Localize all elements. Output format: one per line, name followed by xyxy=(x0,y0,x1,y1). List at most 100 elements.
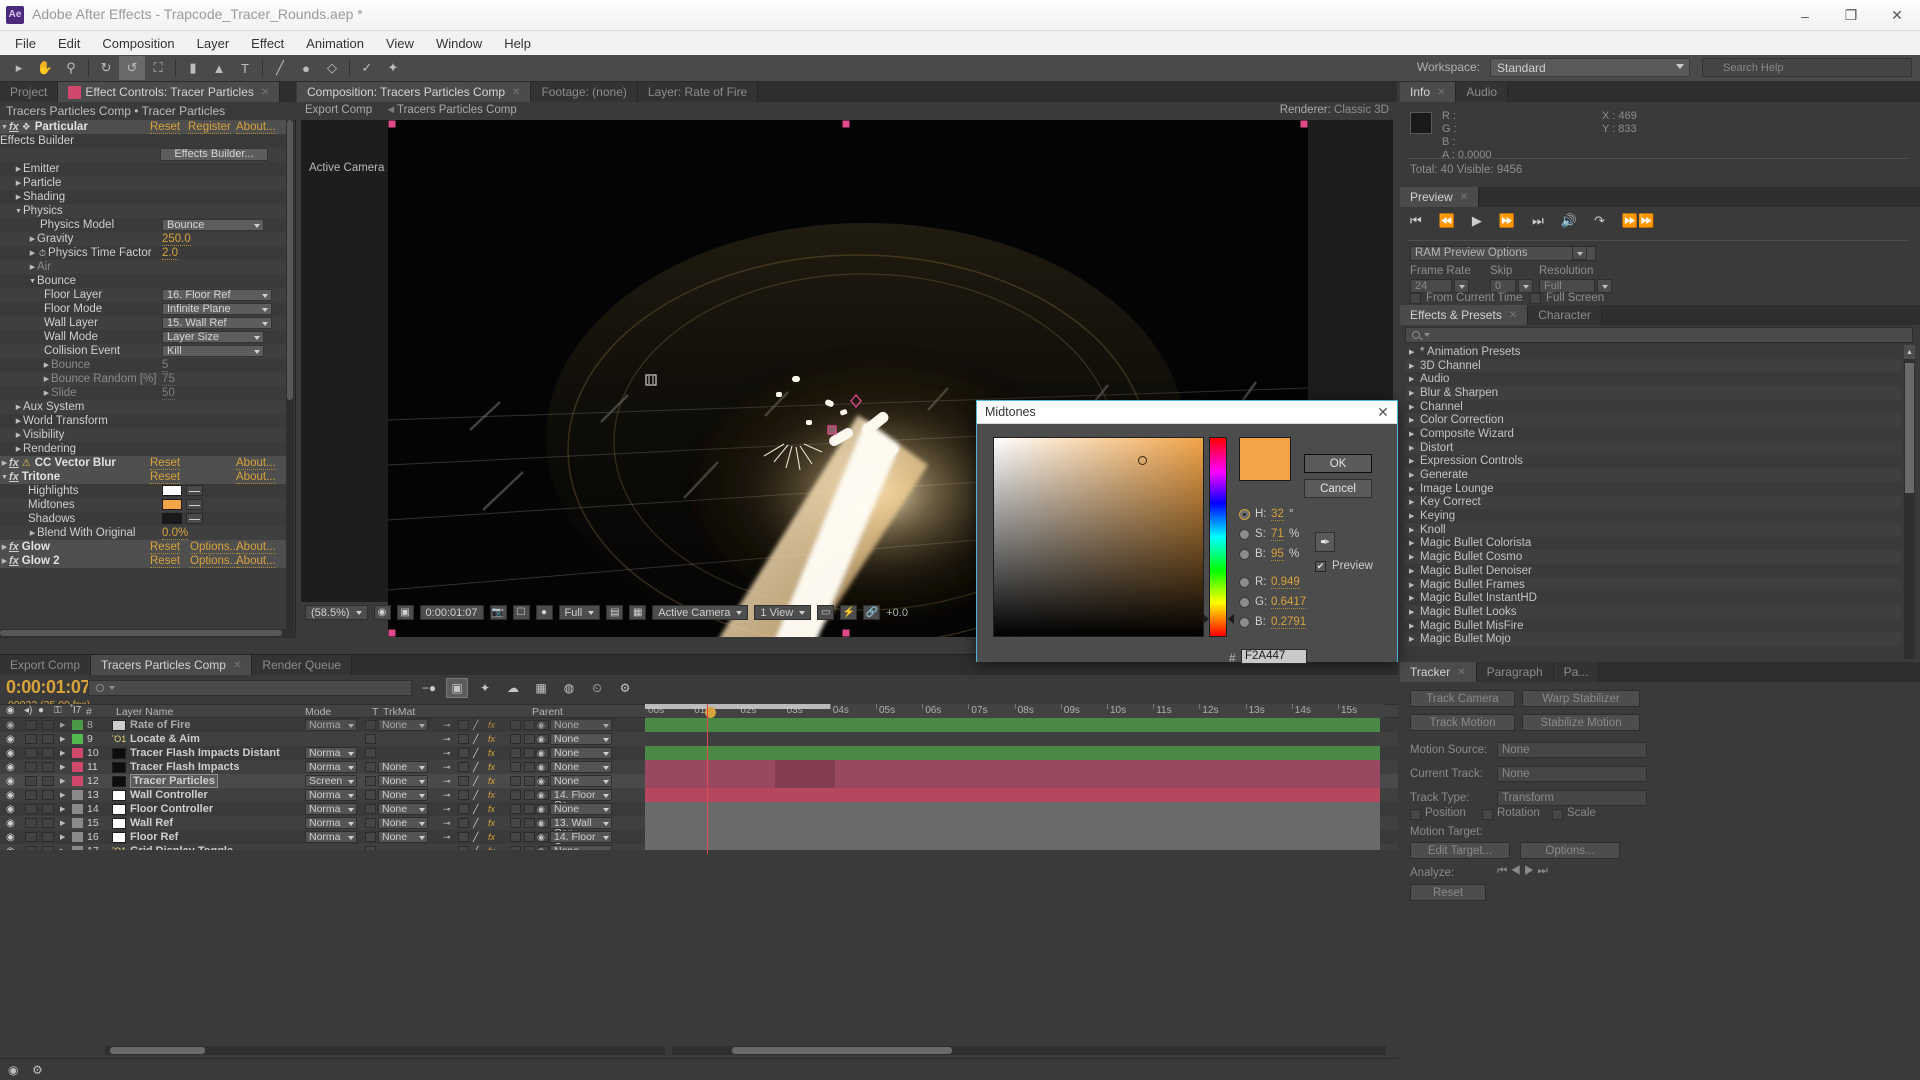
triangle-closed-icon[interactable]: ▶ xyxy=(1409,635,1420,643)
audio-toggle[interactable] xyxy=(25,816,38,830)
timeline-playhead[interactable] xyxy=(707,704,708,854)
value-bounce[interactable]: 5 xyxy=(162,359,169,372)
layer-duration-bar[interactable] xyxy=(645,816,1380,830)
tab-composition-tracers-particles-comp[interactable]: Composition: Tracers Particles Comp ✕ xyxy=(297,82,532,102)
motion-toggle[interactable]: ╱ xyxy=(473,816,486,830)
effects-toggle[interactable]: fx xyxy=(488,788,501,802)
layer-switch-1[interactable] xyxy=(524,760,536,774)
parent-select[interactable]: None xyxy=(550,845,612,850)
show-snapshot-icon[interactable]: ☐ xyxy=(512,605,530,620)
layer-name[interactable]: Locate & Aim xyxy=(130,732,200,746)
layer-switch-0[interactable] xyxy=(510,718,522,732)
solo-toggle[interactable] xyxy=(42,844,55,850)
minimize-button[interactable]: – xyxy=(1782,0,1828,31)
layer-switch-1[interactable] xyxy=(524,718,536,732)
triangle-closed-icon[interactable]: ▶ xyxy=(28,263,37,271)
visibility-toggle[interactable]: ◉ xyxy=(6,718,18,732)
pixel-aspect-icon[interactable]: ▭ xyxy=(817,605,835,620)
effects-toggle[interactable]: fx xyxy=(488,830,501,844)
layer-duration-bar[interactable] xyxy=(645,732,1380,746)
tab-info[interactable]: Info ✕ xyxy=(1400,82,1457,102)
layer-color-chip[interactable] xyxy=(72,774,83,788)
parent-pickwhip-icon[interactable]: ◉ xyxy=(537,844,549,851)
work-area-bar[interactable] xyxy=(645,704,830,709)
snapshot-icon[interactable]: 📷 xyxy=(489,605,507,620)
quality-toggle[interactable] xyxy=(458,802,471,816)
track-matte-select[interactable]: None xyxy=(378,789,428,801)
triangle-closed-icon[interactable]: ▶ xyxy=(14,179,23,187)
close-icon[interactable]: ✕ xyxy=(233,660,241,671)
fx-icon[interactable]: fx xyxy=(9,471,19,483)
parent-select[interactable]: 14. Floor Co xyxy=(550,831,612,850)
motion-toggle[interactable]: ╱ xyxy=(473,830,486,844)
quality-toggle[interactable] xyxy=(458,816,471,830)
layer-switch-0[interactable] xyxy=(510,760,522,774)
select-floor-mode[interactable]: Infinite Plane xyxy=(162,303,272,315)
param-aux-system[interactable]: ▶ Aux System xyxy=(0,400,287,414)
close-icon[interactable]: ✕ xyxy=(1373,403,1393,421)
view-layout-select[interactable]: 1 View xyxy=(754,605,812,620)
reset-link[interactable]: Reset xyxy=(150,121,181,134)
triangle-closed-icon[interactable]: ▶ xyxy=(1409,348,1420,356)
layer-switch-0[interactable] xyxy=(510,830,522,844)
scroll-up-icon[interactable]: ▲ xyxy=(1904,345,1915,359)
select-floor-layer[interactable]: 16. Floor Ref xyxy=(162,289,272,301)
radio-g-4[interactable] xyxy=(1239,597,1250,608)
quality-toggle[interactable] xyxy=(458,732,471,746)
layer-switch-0[interactable] xyxy=(510,802,522,816)
triangle-closed-icon[interactable]: ▶ xyxy=(1409,485,1420,493)
effect-category-expression-controls[interactable]: ▶ Expression Controls xyxy=(1405,455,1901,469)
layer-color-chip[interactable] xyxy=(72,802,83,816)
motion-blur-icon[interactable]: ☁ xyxy=(502,678,524,698)
visibility-toggle[interactable]: ◉ xyxy=(6,746,18,760)
triangle-closed-icon[interactable]: ▶ xyxy=(42,375,51,383)
effect-category-image-lounge[interactable]: ▶ Image Lounge xyxy=(1405,482,1901,496)
fx-icon[interactable]: fx xyxy=(9,457,19,469)
param-gravity[interactable]: ▶ Gravity 250.0 xyxy=(0,232,287,246)
shy-toggle[interactable]: ⊸ xyxy=(443,802,456,816)
track-matte-select[interactable]: None xyxy=(378,761,428,773)
rgb-channel-icon[interactable]: ● xyxy=(535,605,553,620)
layer-expand-triangle-icon[interactable]: ▶ xyxy=(60,816,70,830)
triangle-closed-icon[interactable]: ▶ xyxy=(1409,608,1420,616)
rotation-checkbox[interactable] xyxy=(1482,809,1493,820)
triangle-closed-icon[interactable]: ▶ xyxy=(14,193,23,201)
quality-toggle[interactable] xyxy=(458,844,471,850)
parent-pickwhip-icon[interactable]: ◉ xyxy=(537,774,549,788)
preserve-transparency-toggle[interactable] xyxy=(365,788,377,802)
audio-toggle[interactable] xyxy=(25,830,38,844)
about-link[interactable]: About... xyxy=(236,121,276,134)
close-button[interactable]: ✕ xyxy=(1874,0,1920,31)
param-rendering[interactable]: ▶ Rendering xyxy=(0,442,287,456)
effect-category-composite-wizard[interactable]: ▶ Composite Wizard xyxy=(1405,427,1901,441)
track-motion-button[interactable]: Track Motion xyxy=(1410,714,1515,731)
solo-toggle-icon[interactable]: ● xyxy=(38,705,44,716)
layer-color-chip[interactable] xyxy=(72,746,83,760)
chevron-down-icon[interactable] xyxy=(1424,333,1430,337)
stabilize-motion-button[interactable]: Stabilize Motion xyxy=(1522,714,1640,731)
draft-3d-icon[interactable]: ▣ xyxy=(446,678,468,698)
effects-toggle[interactable]: fx xyxy=(488,746,501,760)
parent-select[interactable]: None xyxy=(550,803,612,815)
parent-pickwhip-icon[interactable]: ◉ xyxy=(537,746,549,760)
param-wall-mode[interactable]: Wall Mode Layer Size xyxy=(0,330,287,344)
parent-pickwhip-icon[interactable]: ◉ xyxy=(537,788,549,802)
visibility-toggle[interactable]: ◉ xyxy=(6,732,18,746)
layer-switch-1[interactable] xyxy=(524,732,536,746)
subtab-tracers-particles-comp[interactable]: Tracers Particles Comp xyxy=(397,104,517,116)
param-effects-builder[interactable]: Effects Builder xyxy=(0,134,287,148)
maximize-button[interactable]: ❐ xyxy=(1828,0,1874,31)
layer-switch-1[interactable] xyxy=(524,774,536,788)
layer-switch-0[interactable] xyxy=(510,774,522,788)
param-slide[interactable]: ▶ Slide 50 xyxy=(0,386,287,400)
value-slide[interactable]: 50 xyxy=(162,387,175,400)
color-selector-dot[interactable] xyxy=(1138,456,1147,465)
value-h-0[interactable]: 32 xyxy=(1271,508,1284,521)
frame-rate-chevron-icon[interactable] xyxy=(1454,279,1469,293)
quality-toggle[interactable] xyxy=(458,746,471,760)
quality-toggle[interactable] xyxy=(458,788,471,802)
param-air[interactable]: ▶ Air xyxy=(0,260,287,274)
audio-toggle[interactable] xyxy=(25,774,38,788)
stopwatch-icon[interactable]: ⏱ xyxy=(39,248,46,259)
layer-color-chip[interactable] xyxy=(72,816,83,830)
